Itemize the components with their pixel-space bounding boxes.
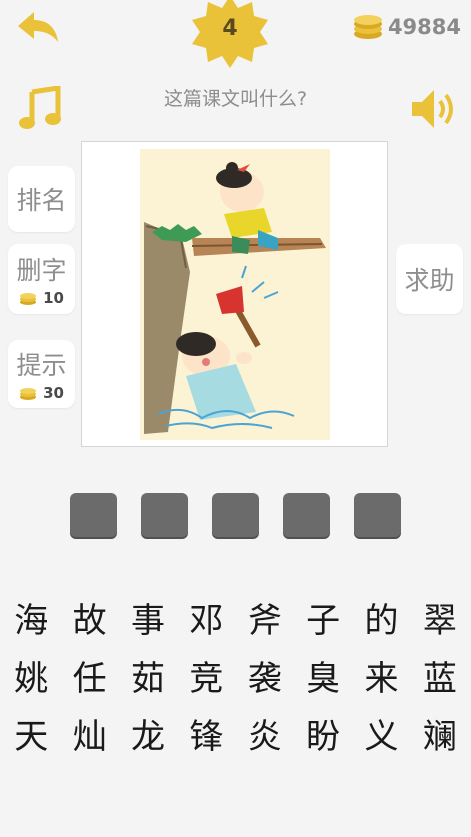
coin-count: 49884 (387, 15, 461, 39)
coin-stack-icon (20, 387, 37, 400)
character-row: 海 故 事 邓 斧 子 的 翠 (0, 592, 471, 650)
hint-cost: 30 (19, 384, 64, 402)
music-toggle-button[interactable] (18, 85, 64, 132)
character-tile[interactable]: 翠 (414, 592, 466, 650)
character-tile[interactable]: 姚 (5, 650, 57, 708)
character-tile[interactable]: 邓 (180, 592, 232, 650)
level-number: 4 (222, 16, 238, 41)
character-tile[interactable]: 竞 (180, 650, 232, 708)
character-tile[interactable]: 臭 (297, 650, 349, 708)
coin-stack-icon (20, 292, 37, 305)
speaker-icon (412, 90, 453, 128)
character-tile[interactable]: 龙 (122, 708, 174, 766)
coin-stack-icon (353, 15, 382, 39)
character-tile[interactable]: 子 (297, 592, 349, 650)
character-tile[interactable]: 天 (5, 708, 57, 766)
hint-label: 提示 (16, 351, 67, 380)
rank-button[interactable]: 排名 (8, 166, 75, 232)
character-grid: 海 故 事 邓 斧 子 的 翠 姚 任 茹 竞 袭 臭 来 蓝 天 灿 龙 锋 … (0, 592, 471, 766)
answer-slot[interactable] (354, 493, 401, 539)
music-note-icon (19, 85, 61, 129)
character-tile[interactable]: 蓝 (414, 650, 466, 708)
answer-slot[interactable] (283, 493, 330, 539)
character-tile[interactable]: 的 (355, 592, 407, 650)
answer-slots (70, 493, 401, 539)
character-tile[interactable]: 义 (355, 708, 407, 766)
character-tile[interactable]: 斧 (239, 592, 291, 650)
back-button[interactable] (14, 8, 64, 48)
hint-cost-value: 30 (43, 384, 64, 402)
puzzle-picture-frame (81, 141, 388, 447)
character-tile[interactable]: 任 (64, 650, 116, 708)
sound-toggle-button[interactable] (408, 86, 458, 132)
character-tile[interactable]: 锋 (180, 708, 232, 766)
character-tile[interactable]: 茹 (122, 650, 174, 708)
answer-slot[interactable] (70, 493, 117, 539)
help-button[interactable]: 求助 (396, 244, 463, 314)
character-tile[interactable]: 炎 (239, 708, 291, 766)
character-tile[interactable]: 斓 (414, 708, 466, 766)
character-tile[interactable]: 海 (5, 592, 57, 650)
help-label: 求助 (404, 266, 455, 295)
character-tile[interactable]: 袭 (239, 650, 291, 708)
character-tile[interactable]: 事 (122, 592, 174, 650)
character-row: 姚 任 茹 竞 袭 臭 来 蓝 (0, 650, 471, 708)
coin-balance: 49884 (352, 10, 461, 44)
rank-label: 排名 (16, 186, 67, 215)
back-arrow-icon (18, 12, 58, 42)
delete-cost: 10 (19, 289, 64, 307)
delete-cost-value: 10 (43, 289, 64, 307)
answer-slot[interactable] (141, 493, 188, 539)
delete-label: 删字 (16, 256, 67, 285)
question-text: 这篇课文叫什么? (163, 88, 308, 110)
delete-char-button[interactable]: 删字 10 (8, 244, 75, 314)
character-row: 天 灿 龙 锋 炎 盼 义 斓 (0, 708, 471, 766)
character-tile[interactable]: 盼 (297, 708, 349, 766)
character-tile[interactable]: 来 (355, 650, 407, 708)
hint-button[interactable]: 提示 30 (8, 340, 75, 408)
character-tile[interactable]: 故 (64, 592, 116, 650)
answer-slot[interactable] (212, 493, 259, 539)
character-tile[interactable]: 灿 (64, 708, 116, 766)
puzzle-illustration (140, 149, 330, 440)
